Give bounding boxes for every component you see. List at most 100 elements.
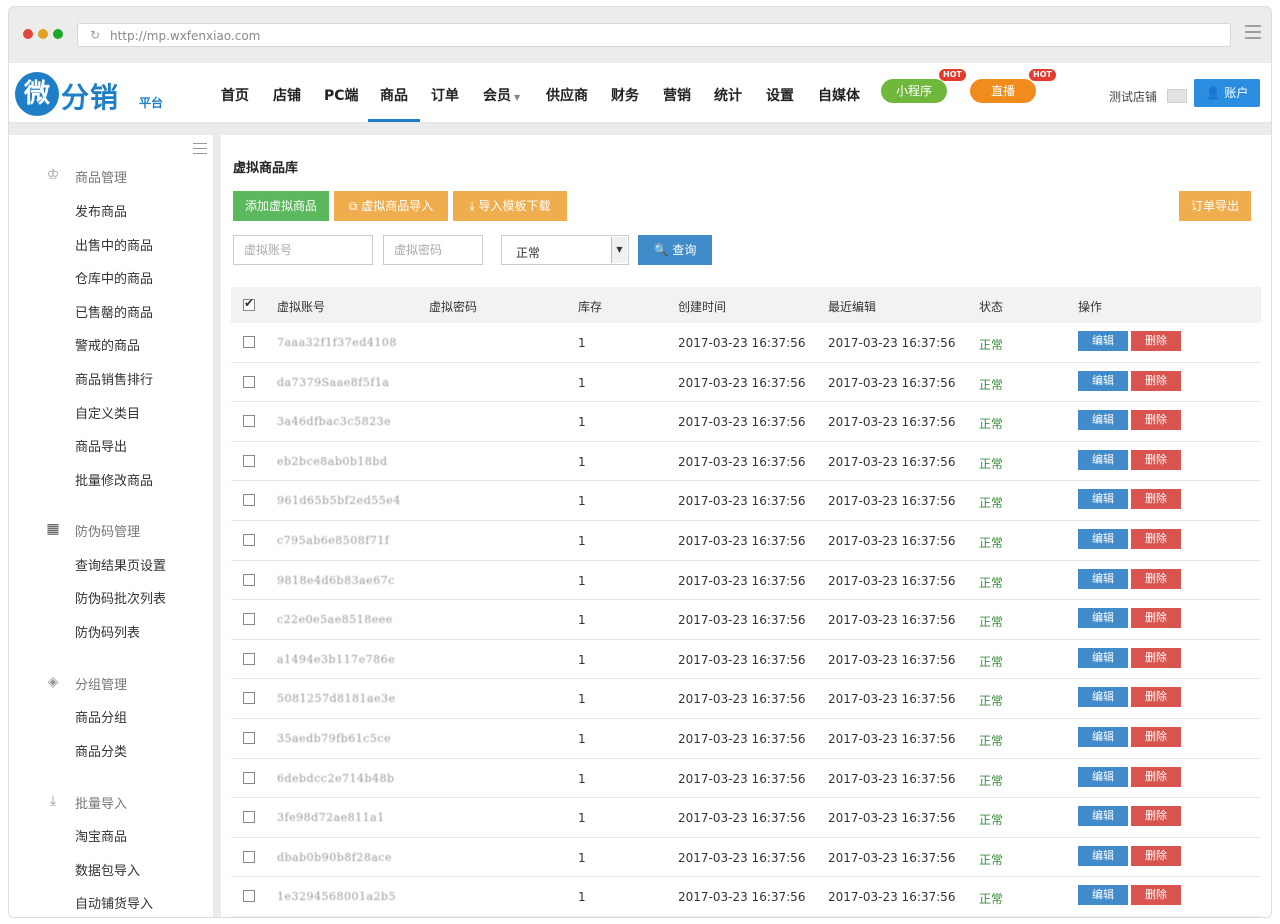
nav-item-finance[interactable]: 财务 bbox=[611, 85, 639, 105]
edit-button[interactable]: 编辑 bbox=[1078, 647, 1128, 668]
collapse-sidebar-icon[interactable] bbox=[193, 143, 207, 155]
browser-menu-icon[interactable] bbox=[1245, 25, 1261, 41]
shop-name[interactable]: 测试店铺 bbox=[1109, 88, 1157, 105]
row-checkbox[interactable] bbox=[243, 732, 255, 744]
row-checkbox[interactable] bbox=[243, 375, 255, 388]
edit-button[interactable]: 编辑 bbox=[1078, 687, 1128, 708]
row-checkbox[interactable] bbox=[243, 336, 255, 348]
edit-button[interactable]: 编辑 bbox=[1078, 370, 1128, 391]
address-bar[interactable]: ↻ http://mp.wxfenxiao.com bbox=[77, 23, 1231, 47]
nav-item-home[interactable]: 首页 bbox=[221, 85, 249, 105]
sidebar-item-warehouse[interactable]: 仓库中的商品 bbox=[75, 268, 153, 287]
sidebar-item-product-category[interactable]: 商品分类 bbox=[75, 741, 127, 760]
delete-button[interactable]: 删除 bbox=[1131, 608, 1181, 629]
edit-button[interactable]: 编辑 bbox=[1078, 727, 1128, 747]
delete-button[interactable]: 删除 bbox=[1131, 568, 1181, 589]
row-checkbox[interactable] bbox=[243, 692, 255, 705]
row-checkbox[interactable] bbox=[243, 415, 255, 428]
sidebar-item-auto-import[interactable]: 自动铺货导入 bbox=[75, 893, 153, 912]
status-cell: 正常 bbox=[979, 338, 1004, 352]
nav-item-products[interactable]: 商品 bbox=[368, 85, 420, 122]
row-checkbox[interactable] bbox=[243, 613, 255, 626]
mini-program-button[interactable]: 小程序 bbox=[881, 79, 947, 103]
sidebar-item-code-list[interactable]: 防伪码列表 bbox=[75, 622, 140, 641]
maximize-window-icon[interactable] bbox=[53, 29, 63, 39]
delete-button[interactable]: 删除 bbox=[1131, 529, 1181, 549]
edit-button[interactable]: 编辑 bbox=[1078, 806, 1128, 827]
edit-button[interactable]: 编辑 bbox=[1078, 885, 1128, 906]
edit-button[interactable]: 编辑 bbox=[1078, 529, 1128, 549]
sidebar-item-on-sale[interactable]: 出售中的商品 bbox=[75, 235, 153, 254]
nav-item-members[interactable]: 会员 ▼ bbox=[483, 85, 520, 105]
virtual-account-cell: dbab0b90b8f28ace bbox=[277, 850, 393, 864]
import-virtual-product-button[interactable]: ⧉ 虚拟商品导入 bbox=[334, 191, 448, 221]
select-all-checkbox[interactable] bbox=[243, 296, 255, 311]
nav-item-settings[interactable]: 设置 bbox=[766, 85, 794, 105]
minimize-window-icon[interactable] bbox=[38, 29, 48, 39]
sidebar-item-custom-category[interactable]: 自定义类目 bbox=[75, 403, 140, 422]
delete-button[interactable]: 删除 bbox=[1131, 449, 1181, 470]
edit-button[interactable]: 编辑 bbox=[1078, 449, 1128, 470]
delete-button[interactable]: 删除 bbox=[1131, 885, 1181, 906]
edit-button[interactable]: 编辑 bbox=[1078, 608, 1128, 629]
delete-button[interactable]: 删除 bbox=[1131, 410, 1181, 431]
row-checkbox[interactable] bbox=[243, 494, 255, 507]
row-checkbox[interactable] bbox=[243, 454, 255, 467]
row-checkbox[interactable] bbox=[243, 890, 255, 903]
sidebar-item-query-page[interactable]: 查询结果页设置 bbox=[75, 555, 166, 574]
delete-button[interactable]: 删除 bbox=[1131, 687, 1181, 708]
export-orders-button[interactable]: 订单导出 bbox=[1179, 191, 1251, 221]
sidebar-item-publish[interactable]: 发布商品 bbox=[75, 201, 127, 220]
logo[interactable]: 微 分销 平台 bbox=[15, 72, 185, 116]
nav-item-marketing[interactable]: 营销 bbox=[663, 85, 691, 105]
status-select[interactable]: 正常 ▼ bbox=[501, 235, 629, 265]
delete-button[interactable]: 删除 bbox=[1131, 647, 1181, 668]
delete-button[interactable]: 删除 bbox=[1131, 845, 1181, 866]
edit-button[interactable]: 编辑 bbox=[1078, 410, 1128, 431]
row-checkbox[interactable] bbox=[243, 573, 255, 586]
delete-button[interactable]: 删除 bbox=[1131, 489, 1181, 510]
delete-button[interactable]: 删除 bbox=[1131, 806, 1181, 827]
row-checkbox[interactable] bbox=[243, 811, 255, 824]
nav-item-stats[interactable]: 统计 bbox=[714, 85, 742, 105]
table-row: 35aedb79fb61c5ce 1 2017-03-23 16:37:56 2017… bbox=[231, 719, 1261, 759]
row-checkbox[interactable] bbox=[243, 652, 255, 665]
nav-item-orders[interactable]: 订单 bbox=[431, 85, 459, 105]
edit-button[interactable]: 编辑 bbox=[1078, 489, 1128, 510]
account-button[interactable]: 👤 账户 bbox=[1194, 79, 1260, 107]
close-window-icon[interactable] bbox=[23, 29, 33, 39]
download-template-button[interactable]: ⤓ 导入模板下载 bbox=[453, 191, 567, 221]
edit-button[interactable]: 编辑 bbox=[1078, 568, 1128, 589]
sidebar-item-product-group[interactable]: 商品分组 bbox=[75, 707, 127, 726]
virtual-account-input[interactable] bbox=[233, 235, 373, 265]
sidebar-item-export[interactable]: 商品导出 bbox=[75, 436, 127, 455]
sidebar-item-batch-list[interactable]: 防伪码批次列表 bbox=[75, 588, 166, 607]
sidebar-section-products: ♔ 商品管理 bbox=[9, 165, 213, 186]
delete-button[interactable]: 删除 bbox=[1131, 331, 1181, 351]
sidebar-item-batch-edit[interactable]: 批量修改商品 bbox=[75, 470, 153, 489]
row-checkbox[interactable] bbox=[243, 534, 255, 546]
sidebar-item-data-package[interactable]: 数据包导入 bbox=[75, 860, 140, 879]
delete-button[interactable]: 删除 bbox=[1131, 727, 1181, 747]
mail-icon[interactable] bbox=[1167, 89, 1187, 103]
nav-item-pc[interactable]: PC端 bbox=[324, 85, 359, 105]
sidebar-item-sold-out[interactable]: 已售罄的商品 bbox=[75, 302, 153, 321]
sidebar-item-taobao[interactable]: 淘宝商品 bbox=[75, 826, 127, 845]
nav-item-suppliers[interactable]: 供应商 bbox=[546, 85, 588, 105]
sidebar-item-ranking[interactable]: 商品销售排行 bbox=[75, 369, 153, 388]
live-button[interactable]: 直播 bbox=[970, 79, 1036, 103]
reload-icon[interactable]: ↻ bbox=[90, 28, 100, 42]
nav-item-store[interactable]: 店铺 bbox=[273, 85, 301, 105]
edit-button[interactable]: 编辑 bbox=[1078, 845, 1128, 866]
virtual-password-input[interactable] bbox=[383, 235, 483, 265]
edit-button[interactable]: 编辑 bbox=[1078, 766, 1128, 787]
sidebar-item-alert[interactable]: 警戒的商品 bbox=[75, 335, 140, 354]
row-checkbox[interactable] bbox=[243, 850, 255, 863]
delete-button[interactable]: 删除 bbox=[1131, 370, 1181, 391]
add-virtual-product-button[interactable]: 添加虚拟商品 bbox=[233, 191, 329, 221]
row-checkbox[interactable] bbox=[243, 771, 255, 784]
edit-button[interactable]: 编辑 bbox=[1078, 331, 1128, 351]
search-button[interactable]: 🔍 查询 bbox=[638, 235, 712, 265]
delete-button[interactable]: 删除 bbox=[1131, 766, 1181, 787]
nav-item-media[interactable]: 自媒体 bbox=[818, 85, 860, 105]
